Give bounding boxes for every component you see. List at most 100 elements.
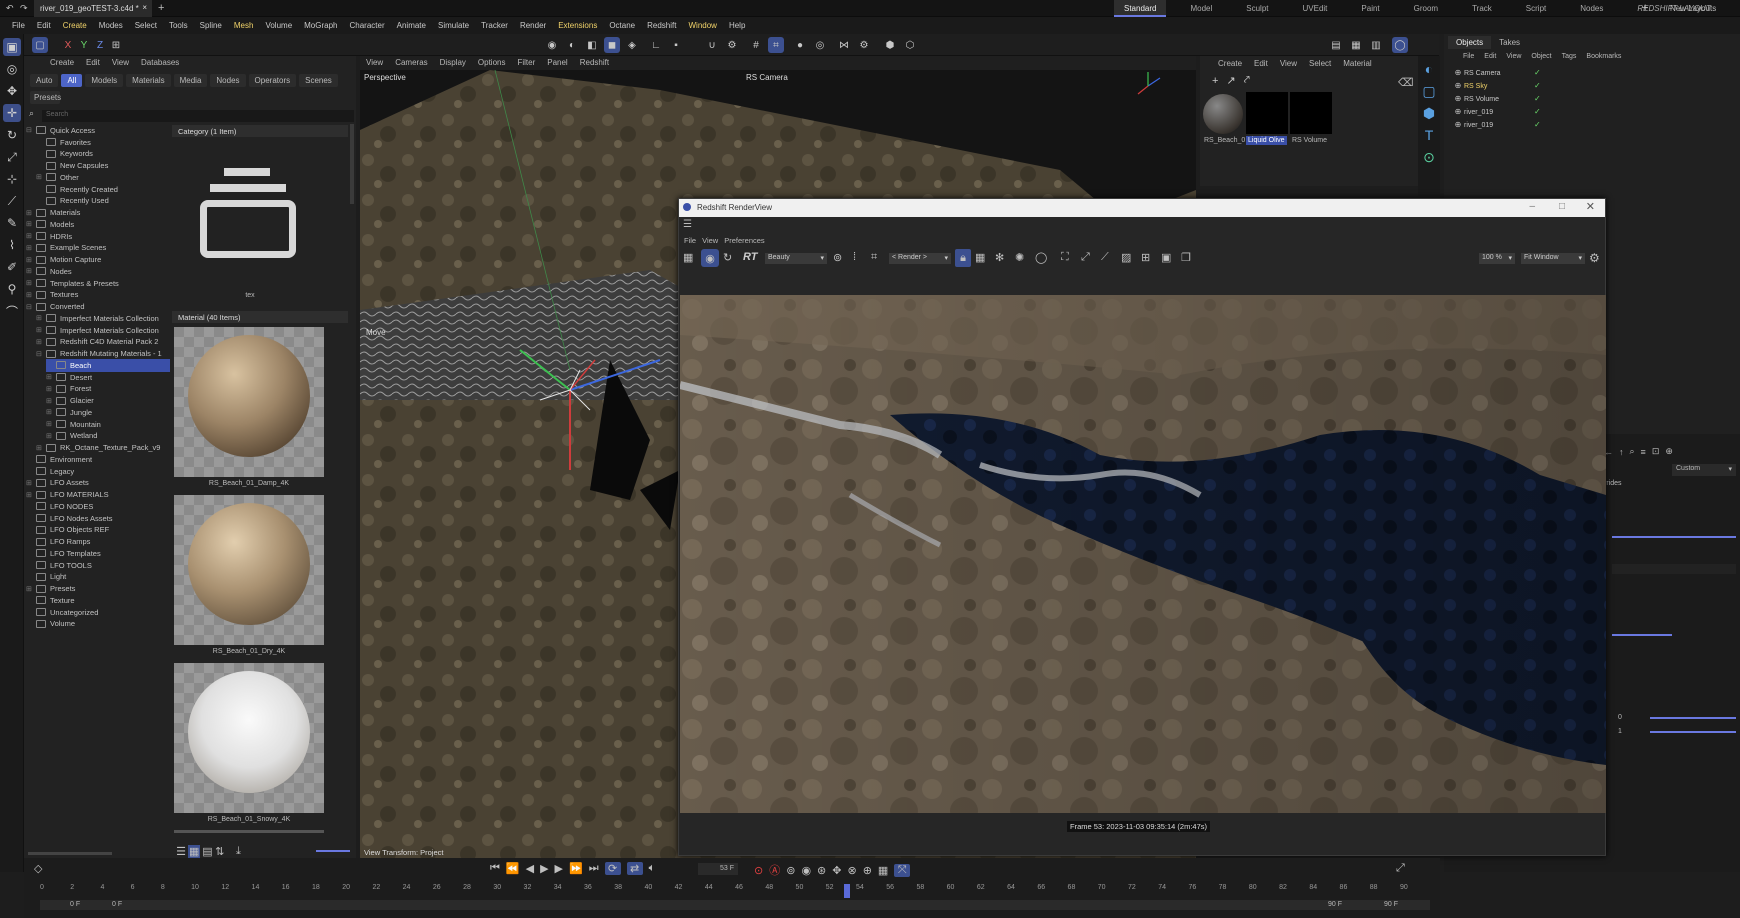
new-tab-icon[interactable]: + <box>158 2 164 14</box>
material-menu-edit[interactable]: Edit <box>1248 59 1274 68</box>
model-mode-icon[interactable]: ▢ <box>32 37 48 53</box>
pick-material-icon[interactable]: ⤤ <box>1244 74 1250 87</box>
material-thumb-dry[interactable] <box>174 495 324 645</box>
layout-tab-groom[interactable]: Groom <box>1404 0 1448 17</box>
expand-toggle-icon[interactable]: ⊞ <box>46 397 54 405</box>
menu-create[interactable]: Create <box>57 17 93 34</box>
expand-toggle-icon[interactable]: ⊞ <box>36 338 44 346</box>
viewport-menu-filter[interactable]: Filter <box>511 56 541 70</box>
rgb-channel-icon[interactable]: ⊚ <box>833 251 842 264</box>
expand-toggle-icon[interactable]: ⊞ <box>46 432 54 440</box>
layout-tab-uvedit[interactable]: UVEdit <box>1293 0 1338 17</box>
fit-dropdown[interactable]: Fit Window ▾ <box>1521 253 1585 264</box>
asset-menu-databases[interactable]: Databases <box>135 56 185 70</box>
expand-toggle-icon[interactable]: ⊟ <box>26 303 34 311</box>
expand-toggle-icon[interactable]: ⊞ <box>46 385 54 393</box>
play-icon[interactable]: ▶ <box>540 862 548 875</box>
expand-toggle-icon[interactable]: ⊞ <box>26 491 34 499</box>
paint-icon[interactable]: ✐ <box>3 258 21 276</box>
viewport-label[interactable]: Perspective <box>364 73 406 82</box>
up-arrow-icon[interactable]: ↑ <box>1619 447 1624 457</box>
expand-toggle-icon[interactable]: ⊞ <box>26 585 34 593</box>
grid-small-icon[interactable]: ▤ <box>202 845 212 858</box>
target-icon[interactable]: ◎ <box>812 37 828 53</box>
menu-tracker[interactable]: Tracker <box>475 17 514 34</box>
objects-menu-edit[interactable]: Edit <box>1479 53 1501 60</box>
move-material-icon[interactable]: ↗ <box>1226 74 1235 87</box>
filter-operators[interactable]: Operators <box>248 74 297 87</box>
expand-toggle-icon[interactable]: ⊞ <box>36 444 44 452</box>
snapping-grid-icon[interactable]: # <box>748 37 764 53</box>
freeze-icon[interactable]: ✺ <box>1015 251 1024 264</box>
viewport-menu-view[interactable]: View <box>360 56 389 70</box>
snap-enable-icon[interactable]: ⌗ <box>768 37 784 53</box>
viewport-menu-cameras[interactable]: Cameras <box>389 56 433 70</box>
menu-render[interactable]: Render <box>514 17 552 34</box>
snap-icon[interactable]: ✥ <box>3 82 21 100</box>
close-tab-icon[interactable]: × <box>142 3 147 12</box>
start-render-icon[interactable]: ◉ <box>701 249 719 267</box>
layout-tab-model[interactable]: Model <box>1180 0 1222 17</box>
new-attr-icon[interactable]: ⊕ <box>1665 446 1673 457</box>
lock-render-icon[interactable]: 🔒︎ <box>955 249 971 267</box>
asset-search-input[interactable]: Search <box>42 110 354 122</box>
expand-toggle-icon[interactable]: ⊞ <box>26 244 34 252</box>
sculpt-icon[interactable]: ⌇ <box>3 236 21 254</box>
expand-toggle-icon[interactable]: ⊞ <box>26 291 34 299</box>
custom-dropdown[interactable]: Custom ▾ <box>1672 464 1736 476</box>
trash-icon[interactable]: ⌫ <box>1398 76 1414 89</box>
zoom-dropdown[interactable]: 100 % ▾ <box>1479 253 1515 264</box>
texture-mode-icon[interactable]: ◈ <box>624 37 640 53</box>
expand-toggle-icon[interactable]: ⊞ <box>46 420 54 428</box>
timeline-expand-icon[interactable]: ⤢ <box>1396 862 1405 875</box>
expand-toggle-icon[interactable]: ⊞ <box>46 408 54 416</box>
keyframe-diamond-icon[interactable]: ◇ <box>34 862 42 875</box>
document-tab[interactable]: river_019_geoTEST-3.c4d * × <box>34 0 152 17</box>
search-attr-icon[interactable]: ⌕ <box>1630 446 1635 457</box>
range-icon[interactable]: ⇄ <box>626 862 643 875</box>
expand-toggle-icon[interactable]: ⊟ <box>26 126 34 134</box>
objects-tab-takes[interactable]: Takes <box>1491 36 1528 49</box>
menu-mograph[interactable]: MoGraph <box>298 17 343 34</box>
add-snapshot-icon[interactable]: ⊞ <box>1141 251 1150 264</box>
previous-key-icon[interactable]: ⏪ <box>506 862 520 875</box>
new-layouts-button[interactable]: New Layouts <box>1670 4 1716 13</box>
interpolation-icon[interactable]: ⤧ <box>894 863 911 877</box>
expand-toggle-icon[interactable]: ⊞ <box>26 267 34 275</box>
go-to-end-icon[interactable]: ⏭ <box>589 862 599 875</box>
image-icon[interactable]: ▨ <box>1121 251 1131 264</box>
renderview-menu-file[interactable]: File <box>681 236 699 245</box>
material-menu-create[interactable]: Create <box>1212 59 1248 68</box>
filter-materials[interactable]: Materials <box>126 74 171 87</box>
expand-toggle-icon[interactable]: ⊞ <box>36 173 44 181</box>
object-row[interactable]: ⊕ river_019 ✓ <box>1452 107 1732 119</box>
menu-help[interactable]: Help <box>723 17 751 34</box>
brush-icon[interactable]: ⚲ <box>3 280 21 298</box>
edges-mode-icon[interactable]: ◐ <box>564 37 580 53</box>
asset-menu-edit[interactable]: Edit <box>80 56 106 70</box>
object-visibility-check[interactable]: ✓ <box>1534 94 1541 103</box>
folder-tex-icon[interactable] <box>196 160 302 270</box>
crop-icon[interactable]: ⌗ <box>871 251 877 264</box>
layout-tab-nodes[interactable]: Nodes <box>1570 0 1613 17</box>
expand-toggle-icon[interactable]: ⊞ <box>26 232 34 240</box>
material-menu-select[interactable]: Select <box>1303 59 1337 68</box>
object-row[interactable]: ⊕ RS Camera ✓ <box>1452 68 1732 80</box>
playhead[interactable] <box>844 884 850 898</box>
filter-scenes[interactable]: Scenes <box>299 74 338 87</box>
copy-icon[interactable]: ❐ <box>1181 251 1191 264</box>
settings-gear-icon[interactable]: ⚙ <box>1589 251 1600 265</box>
objects-menu-view[interactable]: View <box>1501 53 1526 60</box>
menu-edit[interactable]: Edit <box>31 17 57 34</box>
rotate-icon[interactable]: ↻ <box>3 126 21 144</box>
material-menu-material[interactable]: Material <box>1337 59 1377 68</box>
object-row[interactable]: ⊕ RS Volume ✓ <box>1452 94 1732 106</box>
layout-tab-sculpt[interactable]: Sculpt <box>1236 0 1278 17</box>
renderview-menu-preferences[interactable]: Preferences <box>721 236 767 245</box>
key-point-icon[interactable]: ▦ <box>878 864 888 877</box>
sort-icon[interactable]: ⇅ <box>215 845 225 858</box>
object-row[interactable]: ⊕ RS Sky ✓ <box>1452 81 1732 93</box>
menu-volume[interactable]: Volume <box>259 17 298 34</box>
asset-hscrollbar[interactable] <box>28 852 112 855</box>
current-frame-field[interactable]: 53 F <box>698 863 738 875</box>
